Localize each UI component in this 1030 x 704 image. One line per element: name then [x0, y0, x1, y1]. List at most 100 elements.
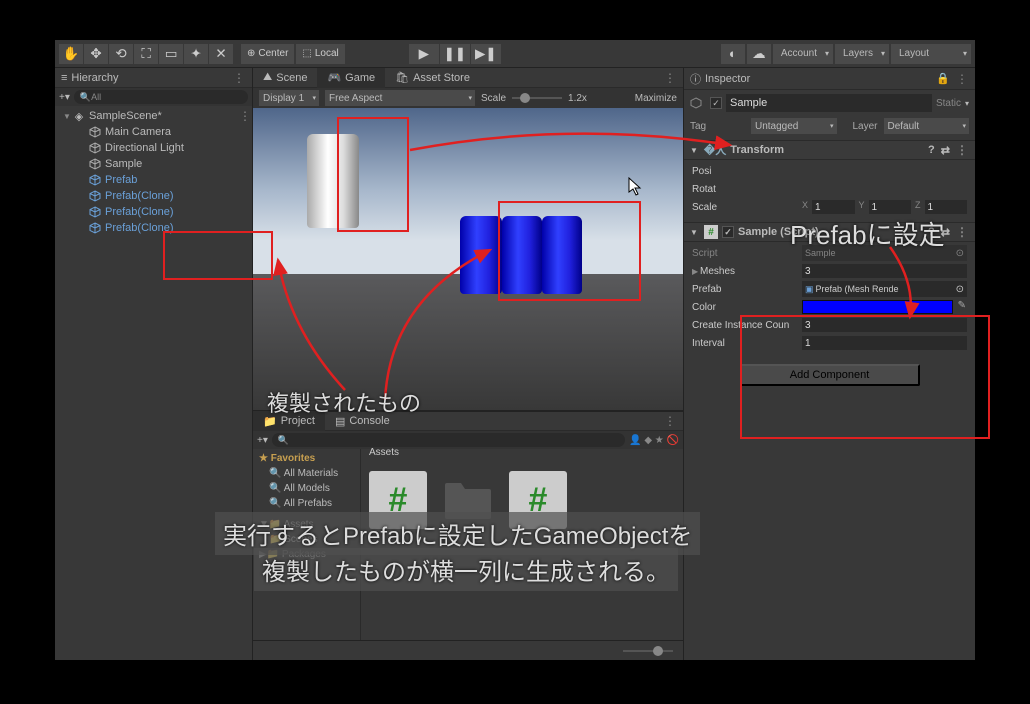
help-icon[interactable]: ?: [928, 144, 935, 156]
cloud-button[interactable]: ☁: [747, 44, 771, 64]
inspector-header: ⓘ Inspector 🔒 ⋮: [684, 68, 975, 90]
cube-icon: [89, 142, 101, 154]
scale-tool[interactable]: ⛶: [134, 44, 158, 64]
maximize-label[interactable]: Maximize: [635, 93, 677, 104]
local-label: Local: [315, 48, 339, 59]
tab-scene[interactable]: ⛰Scene: [253, 68, 317, 88]
custom-tool[interactable]: ✕: [209, 44, 233, 64]
gameobject-icon: [690, 97, 702, 109]
static-label: Static: [936, 98, 961, 109]
hierarchy-item[interactable]: Directional Light: [55, 140, 252, 156]
meshes-value[interactable]: 3: [802, 264, 967, 278]
gameobject-active-checkbox[interactable]: ✓: [710, 97, 722, 109]
transform-tool[interactable]: ✦: [184, 44, 208, 64]
component-menu-icon[interactable]: ⋮: [956, 225, 969, 239]
aspect-dropdown[interactable]: Free Aspect: [325, 90, 475, 106]
hierarchy-item[interactable]: Prefab: [55, 172, 252, 188]
fav-models[interactable]: 🔍 All Models: [255, 481, 358, 496]
layout-dropdown[interactable]: Layout: [891, 44, 971, 64]
script-icon: #: [704, 225, 718, 239]
hierarchy-tree: ▼ ◈ SampleScene* ⋮ Main Camera Directiona…: [55, 106, 252, 660]
space-toggle[interactable]: ⬚Local: [296, 44, 344, 64]
asset-script-1[interactable]: #: [369, 471, 427, 529]
hierarchy-item-label: Sample: [105, 158, 142, 170]
scale-slider[interactable]: [512, 97, 562, 99]
assets-folder[interactable]: ▼📁 Assets: [255, 517, 358, 532]
fav-materials[interactable]: 🔍 All Materials: [255, 466, 358, 481]
add-component-button[interactable]: Add Component: [740, 364, 920, 386]
tab-asset-store-label: Asset Store: [413, 72, 470, 84]
hierarchy-item[interactable]: Prefab(Clone): [55, 220, 252, 236]
project-filter-icons[interactable]: 👤 ◆ ★ 🚫: [629, 435, 679, 446]
project-search[interactable]: 🔍: [272, 433, 625, 447]
tab-asset-store[interactable]: 🛍Asset Store: [385, 68, 480, 88]
hierarchy-item[interactable]: Prefab(Clone): [55, 204, 252, 220]
play-button[interactable]: ▶: [409, 44, 439, 64]
fav-prefabs[interactable]: 🔍 All Prefabs: [255, 496, 358, 511]
tag-dropdown[interactable]: Untagged: [751, 118, 837, 134]
scale-z[interactable]: 1: [925, 200, 967, 214]
rect-tool[interactable]: ▭: [159, 44, 183, 64]
hierarchy-item[interactable]: Prefab(Clone): [55, 188, 252, 204]
inspector-menu-icon[interactable]: ⋮: [956, 72, 969, 86]
blue-cylinder-3: [542, 216, 582, 294]
prefab-object-field[interactable]: ▣ Prefab (Mesh Rende: [802, 281, 967, 297]
display-dropdown[interactable]: Display 1: [259, 90, 319, 106]
count-field[interactable]: 3: [802, 318, 967, 332]
create-dropdown[interactable]: +▾: [59, 92, 70, 103]
scale-x[interactable]: 1: [812, 200, 854, 214]
color-label: Color: [692, 302, 802, 313]
center-tabs: ⛰Scene 🎮Game 🛍Asset Store ⋮: [253, 68, 683, 88]
rotation-label: Rotat: [692, 184, 802, 195]
asset-folder[interactable]: [439, 471, 497, 529]
scale-value: 1.2x: [568, 93, 587, 104]
preset-icon[interactable]: ⇄: [941, 144, 950, 157]
tab-game[interactable]: 🎮Game: [317, 68, 385, 88]
component-menu-icon[interactable]: ⋮: [956, 143, 969, 157]
thumbnail-size-slider[interactable]: [623, 650, 673, 652]
help-icon[interactable]: ?: [928, 226, 935, 238]
position-label: Posi: [692, 166, 802, 177]
project-tabs: 📁Project ▤Console ⋮: [253, 411, 683, 431]
tab-project[interactable]: 📁Project: [253, 411, 325, 431]
tab-console[interactable]: ▤Console: [325, 411, 400, 431]
interval-field[interactable]: 1: [802, 336, 967, 350]
step-button[interactable]: ▶❚: [471, 44, 501, 64]
gameobject-header: ✓ Static ▾: [684, 90, 975, 116]
account-dropdown[interactable]: Account: [773, 44, 833, 64]
script-enabled-checkbox[interactable]: ✓: [722, 226, 734, 238]
interval-label: Interval: [692, 338, 802, 349]
hierarchy-menu-icon[interactable]: ⋮: [233, 71, 246, 85]
gameobject-name-field[interactable]: [726, 94, 932, 112]
favorites-header[interactable]: ★ Favorites: [255, 451, 358, 466]
cube-icon: [89, 206, 101, 218]
pause-button[interactable]: ❚❚: [440, 44, 470, 64]
hierarchy-item[interactable]: Main Camera: [55, 124, 252, 140]
hierarchy-item-label: Main Camera: [105, 126, 171, 138]
script-title: Sample (Script): [738, 226, 928, 238]
collab-button[interactable]: ◐: [721, 44, 745, 64]
scenes-folder[interactable]: 📁 Scenes: [255, 532, 358, 547]
scale-y[interactable]: 1: [869, 200, 911, 214]
inspector-lock-icon[interactable]: 🔒: [936, 72, 950, 85]
move-tool[interactable]: ✥: [84, 44, 108, 64]
hierarchy-item-label: Directional Light: [105, 142, 184, 154]
layers-label: Layers: [843, 48, 873, 59]
hand-tool[interactable]: ✋: [59, 44, 83, 64]
preset-icon[interactable]: ⇄: [941, 226, 950, 239]
meshes-label: Meshes: [700, 266, 802, 277]
layer-dropdown[interactable]: Default: [884, 118, 970, 134]
hierarchy-search[interactable]: 🔍 All: [74, 90, 248, 104]
scene-name: SampleScene*: [89, 110, 162, 122]
hierarchy-item[interactable]: Sample: [55, 156, 252, 172]
layers-dropdown[interactable]: Layers: [835, 44, 889, 64]
rotate-tool[interactable]: ⟲: [109, 44, 133, 64]
assets-breadcrumb[interactable]: Assets: [369, 447, 399, 458]
scene-row[interactable]: ▼ ◈ SampleScene* ⋮: [55, 108, 252, 124]
color-field[interactable]: [802, 300, 953, 314]
asset-script-2[interactable]: #: [509, 471, 567, 529]
project-create[interactable]: +▾: [257, 435, 268, 446]
pivot-toggle[interactable]: ⊕Center: [241, 44, 294, 64]
hierarchy-subbar: +▾ 🔍 All: [55, 88, 252, 106]
packages-folder[interactable]: ▶📁 Packages: [255, 547, 358, 562]
